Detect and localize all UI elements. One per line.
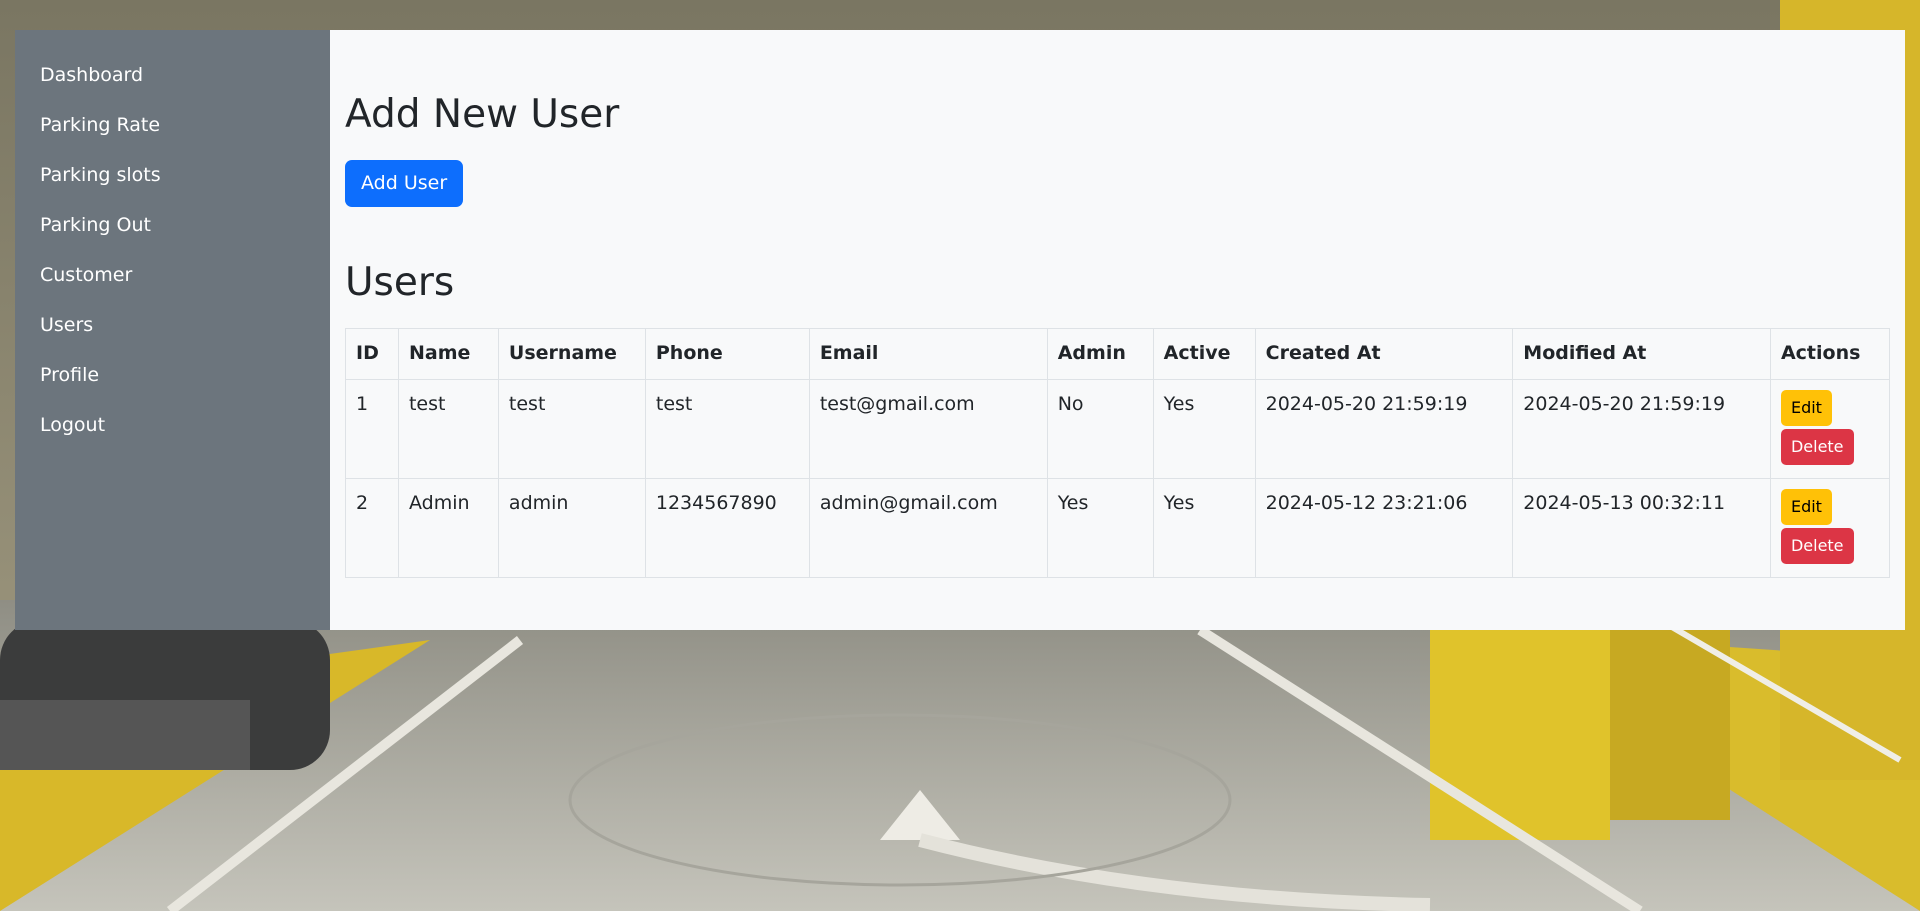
cell-admin: No [1046, 379, 1154, 479]
cell-active: Yes [1152, 379, 1256, 479]
edit-button[interactable]: Edit [1780, 390, 1832, 426]
users-heading: Users [345, 260, 455, 305]
column-header-modified-at: Modified At [1512, 328, 1771, 380]
sidebar-item-parking-rate[interactable]: Parking Rate [15, 102, 330, 152]
cell-created-at: 2024-05-20 21:59:19 [1254, 379, 1514, 479]
add-user-button[interactable]: Add User [345, 160, 464, 207]
column-header-phone: Phone [644, 328, 810, 380]
table-row: 2 Admin admin 1234567890 admin@gmail.com… [345, 478, 1891, 578]
row-actions: Edit Delete [1780, 390, 1879, 465]
edit-button[interactable]: Edit [1780, 489, 1832, 525]
sidebar-item-customer[interactable]: Customer [15, 252, 330, 302]
delete-button[interactable]: Delete [1780, 429, 1854, 465]
cell-id: 1 [345, 379, 399, 479]
add-user-heading: Add New User [345, 92, 620, 137]
cell-username: test [497, 379, 646, 479]
sidebar-item-dashboard[interactable]: Dashboard [15, 52, 330, 102]
cell-name: test [397, 379, 499, 479]
sidebar-item-parking-slots[interactable]: Parking slots [15, 152, 330, 202]
cell-phone: 1234567890 [644, 478, 810, 578]
column-header-created-at: Created At [1254, 328, 1514, 380]
cell-username: admin [497, 478, 646, 578]
users-table: ID Name Username Phone Email Admin Activ… [345, 328, 1891, 578]
app-container: Dashboard Parking Rate Parking slots Par… [15, 30, 1905, 630]
sidebar: Dashboard Parking Rate Parking slots Par… [15, 30, 330, 630]
cell-active: Yes [1152, 478, 1256, 578]
cell-actions: Edit Delete [1769, 379, 1891, 479]
cell-created-at: 2024-05-12 23:21:06 [1254, 478, 1514, 578]
sidebar-item-profile[interactable]: Profile [15, 352, 330, 402]
cell-email: admin@gmail.com [808, 478, 1048, 578]
cell-id: 2 [345, 478, 399, 578]
column-header-username: Username [497, 328, 646, 380]
sidebar-item-logout[interactable]: Logout [15, 402, 330, 452]
sidebar-item-parking-out[interactable]: Parking Out [15, 202, 330, 252]
cell-admin: Yes [1046, 478, 1154, 578]
column-header-name: Name [397, 328, 499, 380]
main-content: Add New User Add User Users ID Name User… [330, 30, 1905, 630]
cell-phone: test [644, 379, 810, 479]
delete-button[interactable]: Delete [1780, 528, 1854, 564]
sidebar-item-users[interactable]: Users [15, 302, 330, 352]
column-header-active: Active [1152, 328, 1256, 380]
cell-modified-at: 2024-05-20 21:59:19 [1512, 379, 1771, 479]
column-header-admin: Admin [1046, 328, 1154, 380]
column-header-email: Email [808, 328, 1048, 380]
table-header-row: ID Name Username Phone Email Admin Activ… [345, 328, 1891, 380]
cell-actions: Edit Delete [1769, 478, 1891, 578]
row-actions: Edit Delete [1780, 489, 1879, 564]
column-header-id: ID [345, 328, 399, 380]
column-header-actions: Actions [1769, 328, 1891, 380]
table-row: 1 test test test test@gmail.com No Yes 2… [345, 379, 1891, 479]
cell-email: test@gmail.com [808, 379, 1048, 479]
cell-name: Admin [397, 478, 499, 578]
cell-modified-at: 2024-05-13 00:32:11 [1512, 478, 1771, 578]
